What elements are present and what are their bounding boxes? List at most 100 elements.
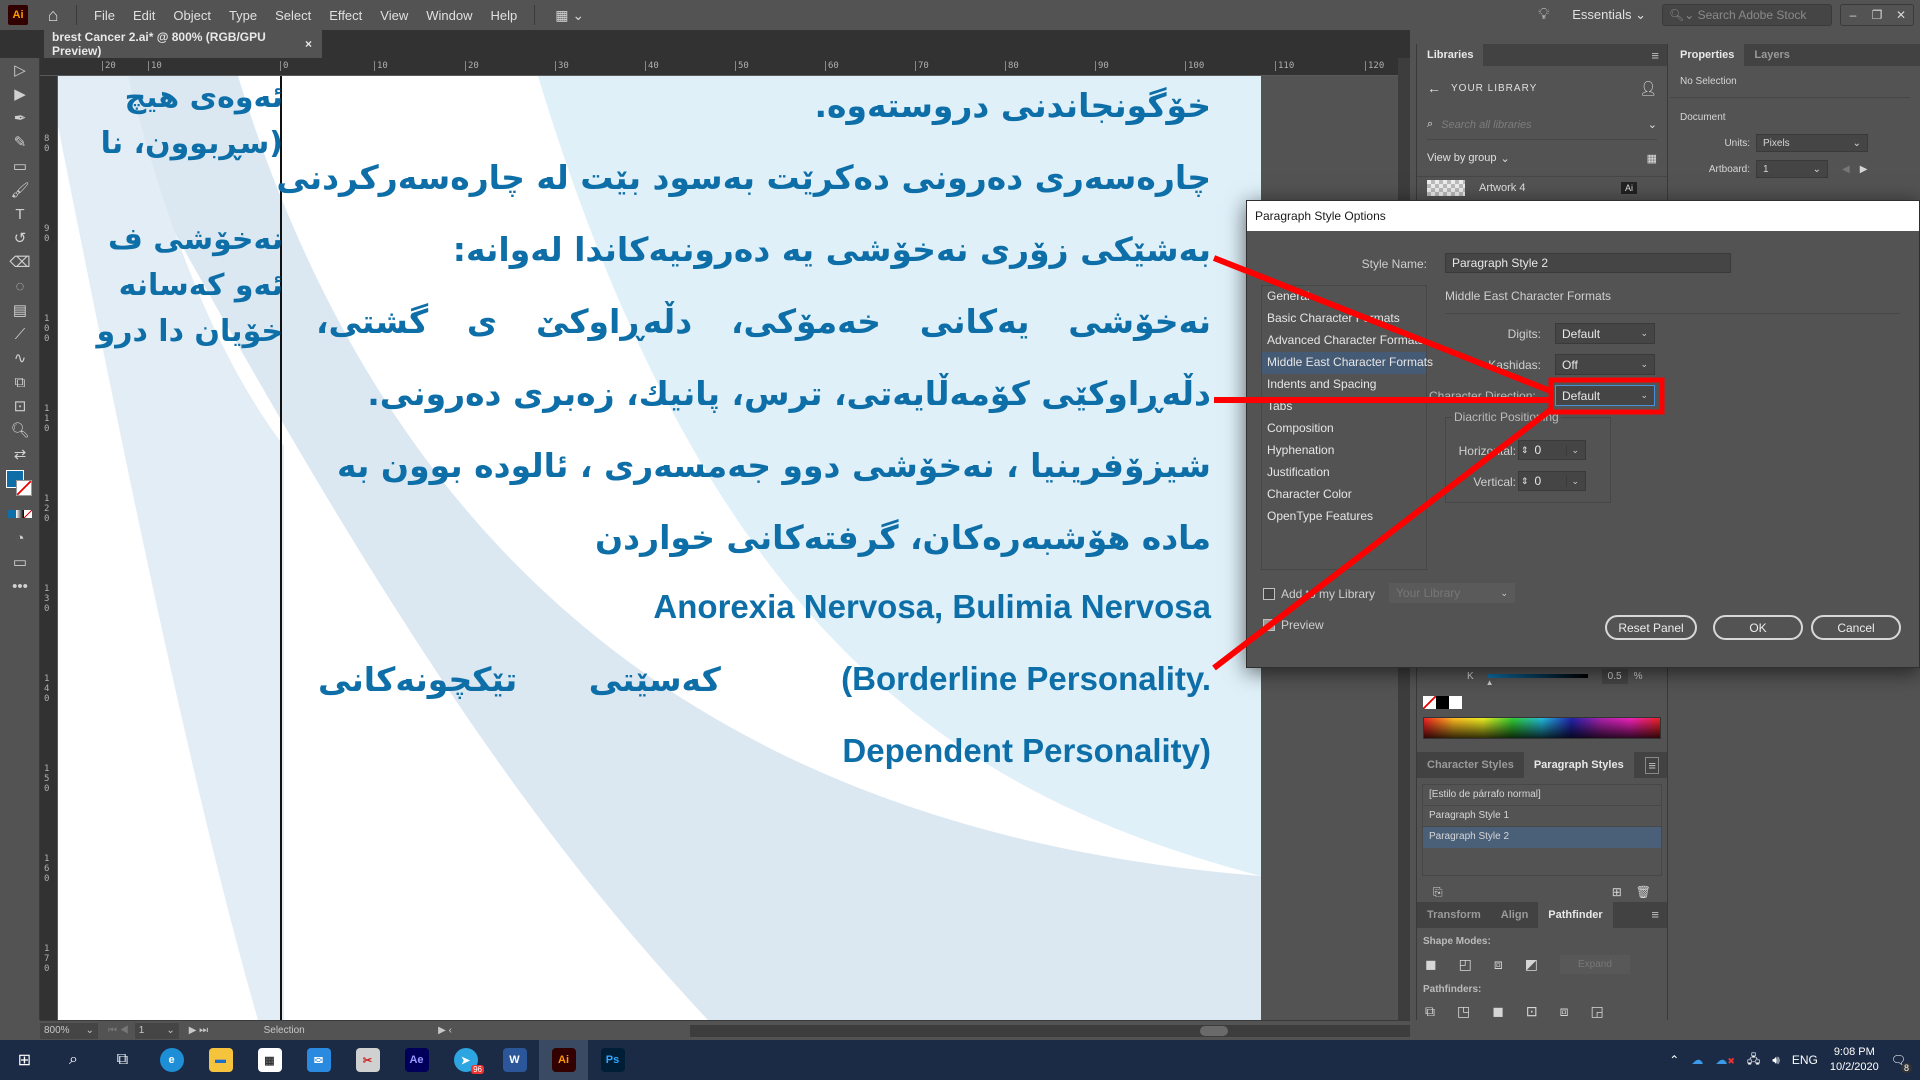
snipping-tool-icon[interactable]: ✂ xyxy=(343,1040,392,1080)
eyedropper-tool-icon[interactable]: ⟋ xyxy=(0,322,40,346)
menu-effect[interactable]: Effect xyxy=(320,8,371,23)
category-justification[interactable]: Justification xyxy=(1262,462,1426,484)
menu-view[interactable]: View xyxy=(371,8,417,23)
horizontal-scrollbar[interactable] xyxy=(690,1024,1410,1037)
illustrator-taskbar-icon[interactable]: Ai xyxy=(539,1040,588,1080)
minus-front-icon[interactable]: ◰ xyxy=(1459,956,1472,973)
none-swatch[interactable] xyxy=(1423,696,1436,709)
screen-mode-icon[interactable]: ▭ xyxy=(0,550,40,574)
menu-file[interactable]: File xyxy=(85,8,124,23)
close-tab-icon[interactable]: × xyxy=(305,37,312,51)
style-item[interactable]: [Estilo de párrafo normal] xyxy=(1423,785,1661,806)
load-styles-icon[interactable]: ⎘ xyxy=(1433,885,1443,900)
style-name-input[interactable]: Paragraph Style 2 xyxy=(1445,253,1731,273)
tab-paragraph-styles[interactable]: Paragraph Styles xyxy=(1523,752,1634,778)
language-indicator[interactable]: ENG xyxy=(1792,1053,1818,1067)
tab-align[interactable]: Align xyxy=(1491,902,1539,928)
pen-tool-icon[interactable]: ✒ xyxy=(0,106,40,130)
minimize-icon[interactable]: – xyxy=(1841,5,1865,25)
tab-properties[interactable]: Properties xyxy=(1670,44,1745,66)
tab-pathfinder[interactable]: Pathfinder xyxy=(1538,902,1613,928)
grid-view-icon[interactable]: ▦ xyxy=(1647,152,1657,165)
gradient-tool-icon[interactable]: ▤ xyxy=(0,298,40,322)
preview-checkbox[interactable]: ✓ xyxy=(1263,619,1275,631)
draw-modes-icon[interactable]: ◔ xyxy=(0,526,40,550)
reset-panel-button[interactable]: Reset Panel xyxy=(1605,615,1697,640)
show-hidden-icons[interactable]: ⌃ xyxy=(1669,1053,1679,1067)
lightbulb-icon[interactable]: 💡︎ xyxy=(1538,6,1558,24)
style-item[interactable]: Paragraph Style 1 xyxy=(1423,806,1661,827)
ok-button[interactable]: OK xyxy=(1713,615,1803,640)
paintbrush-tool-icon[interactable]: 🖌︎ xyxy=(0,178,40,202)
swap-fill-stroke-icon[interactable]: ⇄ xyxy=(0,442,40,466)
volume-icon[interactable]: 🔊︎ xyxy=(1772,1053,1780,1068)
edge-icon[interactable]: e xyxy=(147,1040,196,1080)
scroll-thumb[interactable] xyxy=(1200,1025,1228,1036)
after-effects-icon[interactable]: Ae xyxy=(392,1040,441,1080)
character-direction-select[interactable]: Default ⌄ xyxy=(1555,385,1655,406)
menu-type[interactable]: Type xyxy=(220,8,266,23)
direct-selection-tool-icon[interactable]: ▶ xyxy=(0,82,40,106)
zoom-tool-icon[interactable]: 🔍︎ xyxy=(0,418,40,442)
horizontal-input[interactable]: ⇕ 0 ⌄ xyxy=(1518,440,1586,460)
word-icon[interactable]: W xyxy=(490,1040,539,1080)
category-middle-east-character-formats[interactable]: Middle East Character Formats xyxy=(1262,352,1433,374)
type-tool-icon[interactable]: T xyxy=(0,202,40,226)
artboard-number-field[interactable]: 1 ⌄ xyxy=(134,1022,179,1039)
clock[interactable]: 9:08 PM 10/2/2020 xyxy=(1830,1045,1879,1075)
delete-icon[interactable]: 🗑︎ xyxy=(1636,885,1651,899)
intersect-icon[interactable]: ⧈ xyxy=(1494,956,1503,973)
next-artboard-icons[interactable]: ▶ ⏭ xyxy=(189,1025,208,1036)
black-swatch[interactable] xyxy=(1436,696,1449,709)
document-tab[interactable]: brest Cancer 2.ai* @ 800% (RGB/GPU Previ… xyxy=(44,30,322,58)
category-composition[interactable]: Composition xyxy=(1262,418,1426,440)
style-item-selected[interactable]: Paragraph Style 2 xyxy=(1423,827,1661,848)
trim-icon[interactable]: ◳ xyxy=(1457,1003,1470,1020)
notifications-icon[interactable]: 🗨︎ 8 xyxy=(1891,1053,1912,1073)
blend-tool-icon[interactable]: ⧉ xyxy=(0,370,40,394)
stepper-icon[interactable]: ⇕ xyxy=(1521,476,1529,487)
curvature-tool-icon[interactable]: ✎ xyxy=(0,130,40,154)
panel-menu-icon[interactable]: ≡ xyxy=(1651,907,1659,922)
stepper-icon[interactable]: ⇕ xyxy=(1521,445,1529,456)
vertical-input[interactable]: ⇕ 0 ⌄ xyxy=(1518,471,1586,491)
crop-icon[interactable]: ⊡ xyxy=(1526,1003,1538,1020)
onedrive-icon[interactable]: ☁ xyxy=(1691,1053,1703,1067)
network-icon[interactable]: 🖧︎ xyxy=(1747,1050,1760,1071)
workspace-switcher[interactable]: Essentials ⌄ xyxy=(1572,7,1646,23)
menu-window[interactable]: Window xyxy=(417,8,481,23)
color-spectrum[interactable] xyxy=(1423,717,1661,739)
category-basic-character-formats[interactable]: Basic Character Formats xyxy=(1262,308,1426,330)
outline-icon[interactable]: ⧈ xyxy=(1560,1003,1569,1020)
adobe-stock-search[interactable]: 🔍︎⌄ Search Adobe Stock xyxy=(1662,4,1832,26)
add-user-icon[interactable]: 👤︎ xyxy=(1639,80,1657,97)
first-last-artboard-icons[interactable]: ⏮ ◀ xyxy=(108,1025,129,1036)
home-icon[interactable]: ⌂ xyxy=(38,0,68,30)
new-style-icon[interactable]: ⊞ xyxy=(1612,885,1622,899)
cancel-button[interactable]: Cancel xyxy=(1811,615,1901,640)
tab-character-styles[interactable]: Character Styles xyxy=(1417,752,1524,778)
search-icon[interactable]: ⌕ xyxy=(49,1040,98,1080)
onedrive-error-icon[interactable]: ☁✖ xyxy=(1715,1053,1735,1067)
digits-select[interactable]: Default ⌄ xyxy=(1555,323,1655,344)
merge-icon[interactable]: ◼ xyxy=(1492,1003,1504,1020)
back-arrow-icon[interactable]: ← xyxy=(1427,80,1441,96)
panel-menu-icon[interactable]: ≡ xyxy=(1645,757,1659,774)
menu-edit[interactable]: Edit xyxy=(124,8,164,23)
eraser-tool-icon[interactable]: ⌫ xyxy=(0,250,40,274)
slider-handle[interactable]: ▲ xyxy=(1486,678,1494,687)
units-select[interactable]: Pixels ⌄ xyxy=(1756,134,1868,152)
category-indents-and-spacing[interactable]: Indents and Spacing xyxy=(1262,374,1426,396)
current-tool-status[interactable]: Selection xyxy=(214,1022,355,1039)
exclude-icon[interactable]: ◩ xyxy=(1525,956,1538,973)
restore-icon[interactable]: ❐ xyxy=(1865,5,1889,25)
microsoft-store-icon[interactable]: ▦ xyxy=(245,1040,294,1080)
category-hyphenation[interactable]: Hyphenation xyxy=(1262,440,1426,462)
category-general[interactable]: General xyxy=(1262,286,1426,308)
arrange-documents-icon[interactable]: ▦ ⌄ xyxy=(555,7,584,24)
category-character-color[interactable]: Character Color xyxy=(1262,484,1426,506)
color-modes-icon[interactable] xyxy=(0,502,40,526)
task-view-icon[interactable]: ⧉ xyxy=(98,1040,147,1080)
prev-artboard-icon[interactable]: ◀ xyxy=(1842,164,1850,175)
divide-icon[interactable]: ⧉ xyxy=(1425,1003,1435,1020)
